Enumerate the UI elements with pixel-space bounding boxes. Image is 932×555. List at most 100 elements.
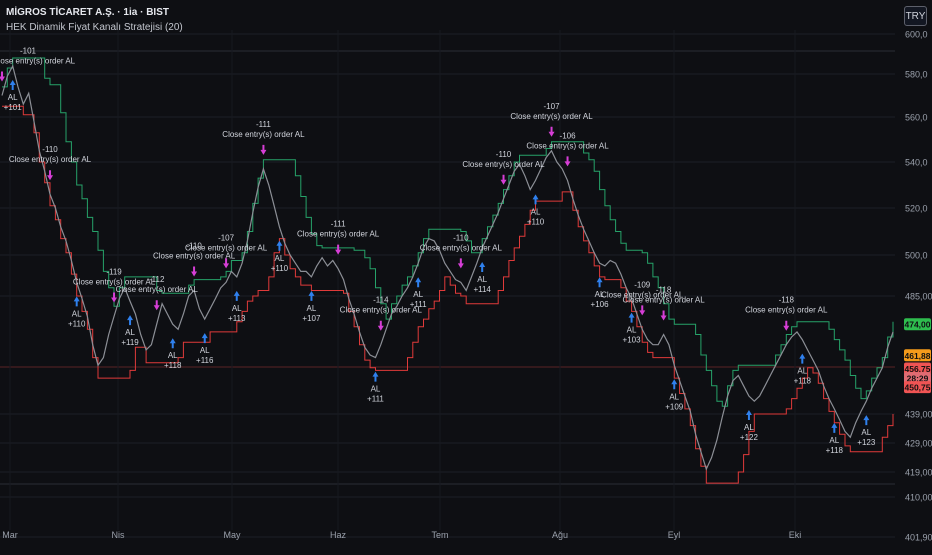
signal-value-al: +123 — [857, 438, 876, 447]
strategy-label[interactable]: HEK Dinamik Fiyat Kanalı Stratejisi (20) — [6, 22, 183, 33]
close-exit-arrow — [260, 144, 267, 155]
long-entry-arrow — [233, 290, 240, 301]
x-tick-label: Haz — [330, 530, 347, 540]
y-axis: 600,0 580,0 560,0 540,0 520,0 500,0 485,00 439,… — [905, 30, 932, 543]
signal-value-al: +107 — [302, 314, 321, 323]
y-tick-label: 485,00 — [905, 292, 932, 302]
close-exit-arrow — [153, 300, 160, 311]
signal-value-al: +122 — [740, 433, 759, 442]
signal-label-close: Close entry(s) order AL — [297, 230, 380, 239]
close-exit-arrow — [564, 156, 571, 167]
signal-value-close: -112 — [149, 275, 165, 284]
close-exit-arrow — [548, 126, 555, 137]
signal-value-close: -118 — [779, 296, 795, 305]
signal-value-close: -110 — [453, 233, 469, 242]
price-chart[interactable]: AL+101AL+110AL+119AL+118AL+116AL+113AL+1… — [0, 0, 932, 550]
signal-label-close: Close entry(s) order AL — [185, 243, 268, 252]
close-exit-arrow — [0, 71, 5, 82]
signal-label-close: Close entry(s) order AL — [9, 155, 92, 164]
signal-label-close: Close entry(s) order AL — [222, 130, 305, 139]
long-entry-arrow — [628, 312, 635, 323]
signal-value-close: -119 — [106, 268, 122, 277]
close-exit-arrow — [191, 266, 198, 277]
close-exit-arrow — [335, 244, 342, 255]
long-entry-arrow — [479, 261, 486, 272]
long-entry-arrow — [276, 240, 283, 251]
signal-value-al: +116 — [196, 356, 214, 365]
close-exit-arrow — [660, 310, 667, 321]
x-tick-label: Mar — [2, 530, 18, 540]
signal-label-al: AL — [371, 385, 381, 394]
signal-label-al: AL — [232, 304, 242, 313]
y-tick-label: 560,0 — [905, 113, 928, 123]
price-series — [1, 64, 894, 471]
chart-area[interactable]: AL +101 AL +110 AL +119 AL +118 AL +116 AL +113 AL +1… — [0, 0, 932, 550]
signal-value-al: +111 — [367, 395, 384, 404]
y-tick-label: 540,0 — [905, 158, 928, 168]
signal-label-close: Close entry(s) order AL — [510, 112, 593, 121]
signal-value-al: +119 — [121, 338, 139, 347]
signal-label-al: AL — [669, 392, 679, 401]
x-tick-label: Eyl — [668, 530, 681, 540]
x-tick-label: Eki — [789, 530, 802, 540]
long-entry-arrow — [73, 296, 80, 307]
signal-value-al: +109 — [665, 402, 684, 411]
signal-label-close: Close entry(s) order AL — [0, 57, 76, 66]
long-entry-arrow — [831, 422, 838, 433]
close-exit-arrow — [377, 320, 384, 331]
close-exit-arrow — [47, 170, 54, 181]
signal-value-close: -118 — [656, 285, 672, 294]
close-exit-arrow — [783, 320, 790, 331]
signal-label-al: AL — [829, 436, 839, 445]
signal-value-al: +101 — [4, 103, 23, 112]
long-entry-arrow — [169, 338, 176, 349]
y-tick-label: 410,00 — [905, 493, 932, 503]
close-exit-arrow — [500, 174, 507, 185]
signal-value-al: +118 — [794, 377, 812, 386]
x-tick-label: Tem — [431, 530, 448, 540]
signal-value-al: +118 — [164, 361, 182, 370]
price-badges: 474,00461,88456,7528:29450,75 — [904, 318, 931, 394]
signal-value-close: -111 — [331, 220, 346, 229]
signal-value-al: +106 — [591, 300, 610, 309]
price-badge-text: 450,75 — [905, 383, 931, 393]
signal-value-close: -101 — [20, 47, 37, 56]
long-entry-arrow — [9, 80, 16, 90]
signal-label-al: AL — [275, 254, 285, 263]
lower-channel — [2, 105, 894, 484]
close-exit-arrow — [457, 258, 464, 269]
signal-value-close: -110 — [42, 145, 58, 154]
signal-value-close: -111 — [256, 120, 271, 129]
signal-value-al: +110 — [527, 217, 545, 226]
y-tick-label: 500,0 — [905, 251, 928, 261]
signal-markers: AL+101AL+110AL+119AL+118AL+116AL+113AL+1… — [0, 47, 876, 455]
signal-label-al: AL — [627, 326, 637, 335]
signal-label-al: AL — [72, 309, 82, 318]
y-tick-label: 520,0 — [905, 204, 928, 214]
signal-value-close: -110 — [496, 150, 512, 159]
signal-label-close: Close entry(s) order AL — [462, 160, 545, 169]
signal-value-close: -106 — [560, 131, 577, 140]
lower-channel-line — [2, 105, 894, 484]
signal-value-close: -107 — [544, 102, 561, 111]
long-entry-arrow — [308, 290, 315, 301]
long-entry-arrow — [596, 277, 603, 288]
currency-button[interactable]: TRY — [904, 6, 927, 26]
signal-label-al: AL — [125, 328, 135, 337]
signal-value-al: +103 — [623, 336, 642, 345]
signal-label-al: AL — [531, 207, 541, 216]
signal-label-al: AL — [797, 367, 807, 376]
x-tick-label: Ağu — [552, 530, 568, 540]
long-entry-arrow — [532, 194, 539, 205]
price-badge-text: 461,88 — [905, 351, 931, 361]
y-tick-label: 401,90 — [905, 533, 932, 543]
signal-label-close: Close entry(s) order AL — [420, 243, 503, 252]
signal-value-close: -109 — [634, 280, 651, 289]
symbol-title: MİGROS TİCARET A.Ş. · 1ia · BIST — [6, 7, 169, 18]
signal-label-close: Close entry(s) order AL — [340, 306, 423, 315]
signal-value-al: +113 — [228, 314, 246, 323]
signal-label-al: AL — [477, 275, 487, 284]
signal-value-close: -114 — [373, 296, 389, 305]
signal-value-al: +118 — [826, 446, 844, 455]
price-line — [1, 64, 894, 471]
